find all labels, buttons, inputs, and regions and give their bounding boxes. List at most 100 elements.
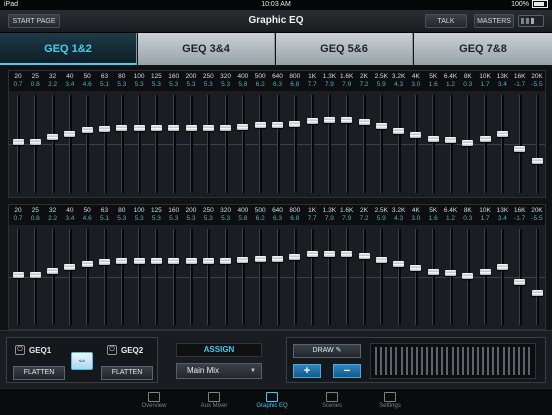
geq2-slider-handle[interactable]: [358, 252, 370, 259]
geq1-slider-handle[interactable]: [150, 125, 162, 132]
geq2-slider-track[interactable]: [311, 229, 315, 325]
geq1-slider-handle[interactable]: [99, 125, 110, 132]
geq1-slider-handle[interactable]: [272, 122, 283, 129]
geq1-slider-track[interactable]: [311, 95, 315, 193]
geq2-slider-handle[interactable]: [445, 270, 456, 277]
geq2-slider-handle[interactable]: [254, 255, 266, 262]
geq2-slider-handle[interactable]: [341, 250, 353, 257]
geq2-slider-handle[interactable]: [496, 264, 508, 271]
geq1-slider-handle[interactable]: [496, 130, 508, 137]
tab-geq-7-8[interactable]: GEQ 7&8: [414, 33, 552, 65]
plus-button[interactable]: +: [293, 364, 321, 378]
geq1-slider-handle[interactable]: [168, 125, 180, 132]
geq1-slider-track[interactable]: [207, 95, 211, 193]
geq1-slider-track[interactable]: [363, 95, 366, 193]
geq1-slider-handle[interactable]: [47, 134, 59, 141]
geq1-slider-track[interactable]: [414, 95, 418, 193]
geq1-slider-track[interactable]: [432, 95, 436, 193]
geq2-slider-track[interactable]: [86, 229, 90, 325]
minus-button[interactable]: −: [333, 364, 361, 378]
geq2-slider-handle[interactable]: [323, 250, 335, 257]
geq1-slider-track[interactable]: [518, 95, 522, 193]
geq2-slider-handle[interactable]: [479, 269, 491, 275]
link-icon[interactable]: ⇔: [71, 352, 93, 370]
geq1-slider-handle[interactable]: [185, 125, 197, 132]
nav-item-overview[interactable]: Overview: [124, 389, 184, 415]
geq1-slider-handle[interactable]: [514, 146, 526, 153]
nav-item-settings[interactable]: Settings: [360, 389, 420, 415]
geq2-slider-handle[interactable]: [12, 271, 24, 278]
geq2-slider-track[interactable]: [224, 229, 228, 325]
tab-geq-3-4[interactable]: GEQ 3&4: [138, 33, 275, 65]
geq1-slider-track[interactable]: [68, 95, 72, 193]
geq2-slider-track[interactable]: [155, 229, 159, 325]
geq2-slider-track[interactable]: [120, 229, 124, 325]
geq2-slider-handle[interactable]: [64, 264, 76, 271]
geq2-slider-track[interactable]: [103, 229, 107, 325]
geq2-slider-handle[interactable]: [29, 271, 41, 278]
geq1-slider-handle[interactable]: [220, 125, 232, 132]
geq2-slider-track[interactable]: [449, 229, 453, 325]
geq1-slider-track[interactable]: [224, 95, 228, 193]
geq1-slider-handle[interactable]: [479, 135, 491, 142]
geq1-slider-handle[interactable]: [410, 132, 422, 138]
geq2-slider-handle[interactable]: [202, 258, 214, 265]
geq2-slider-track[interactable]: [259, 229, 263, 325]
geq2-slider-track[interactable]: [380, 229, 384, 325]
tab-geq-5-6[interactable]: GEQ 5&6: [276, 33, 413, 65]
assign-select[interactable]: Main Mix ▼: [176, 363, 262, 379]
geq1-slider-handle[interactable]: [29, 138, 41, 145]
geq1-slider-track[interactable]: [190, 95, 193, 193]
geq1-slider-track[interactable]: [120, 95, 124, 193]
geq1-slider-track[interactable]: [449, 95, 453, 193]
geq1-slider-handle[interactable]: [133, 125, 145, 132]
geq2-slider-track[interactable]: [293, 229, 297, 325]
geq1-slider-handle[interactable]: [323, 117, 335, 124]
geq2-slider-handle[interactable]: [531, 290, 543, 297]
geq1-slider-handle[interactable]: [341, 117, 353, 124]
geq2-slider-handle[interactable]: [168, 258, 180, 265]
geq2-slider-handle[interactable]: [47, 267, 59, 274]
geq1-slider-track[interactable]: [293, 95, 297, 193]
geq1-slider-handle[interactable]: [375, 123, 387, 130]
geq2-slider-track[interactable]: [363, 229, 366, 325]
geq1-slider-handle[interactable]: [358, 119, 370, 126]
geq1-slider-handle[interactable]: [254, 122, 266, 129]
geq1-slider-handle[interactable]: [12, 138, 24, 145]
geq2-slider-handle[interactable]: [289, 254, 301, 261]
geq1-slider-handle[interactable]: [427, 136, 439, 143]
geq1-slider-handle[interactable]: [237, 123, 249, 130]
geq2-slider-track[interactable]: [241, 229, 245, 325]
geq2-slider-track[interactable]: [536, 229, 539, 325]
geq1-slider-track[interactable]: [86, 95, 90, 193]
geq2-slider-track[interactable]: [172, 229, 176, 325]
draw-area[interactable]: [370, 343, 536, 379]
draw-button[interactable]: DRAW ✎: [293, 344, 361, 358]
geq2-slider-track[interactable]: [328, 229, 332, 325]
geq2-slider-track[interactable]: [501, 229, 505, 325]
geq2-slider-track[interactable]: [276, 229, 280, 325]
geq1-slider-handle[interactable]: [462, 140, 474, 147]
geq2-slider-handle[interactable]: [272, 255, 283, 262]
geq1-slider-track[interactable]: [241, 95, 245, 193]
geq1-slider-handle[interactable]: [306, 117, 318, 124]
geq2-slider-handle[interactable]: [150, 258, 162, 265]
geq2-slider-track[interactable]: [51, 229, 55, 325]
geq2-slider-track[interactable]: [345, 229, 349, 325]
masters-toggle-icon[interactable]: [518, 15, 544, 27]
geq1-slider-track[interactable]: [172, 95, 176, 193]
geq2-slider-track[interactable]: [68, 229, 72, 325]
geq1-slider-track[interactable]: [536, 95, 539, 193]
geq1-slider-track[interactable]: [138, 95, 142, 193]
geq1-slider-handle[interactable]: [289, 120, 301, 127]
flatten-geq1-button[interactable]: FLATTEN: [13, 366, 65, 380]
geq2-slider-track[interactable]: [190, 229, 193, 325]
geq2-slider-handle[interactable]: [185, 258, 197, 265]
geq2-slider-handle[interactable]: [133, 258, 145, 265]
geq2-slider-handle[interactable]: [237, 256, 249, 263]
geq1-slider-track[interactable]: [380, 95, 384, 193]
geq1-slider-track[interactable]: [155, 95, 159, 193]
geq1-slider-handle[interactable]: [531, 157, 543, 164]
masters-button[interactable]: MASTERS: [474, 14, 514, 28]
geq2-slider-handle[interactable]: [410, 265, 422, 272]
